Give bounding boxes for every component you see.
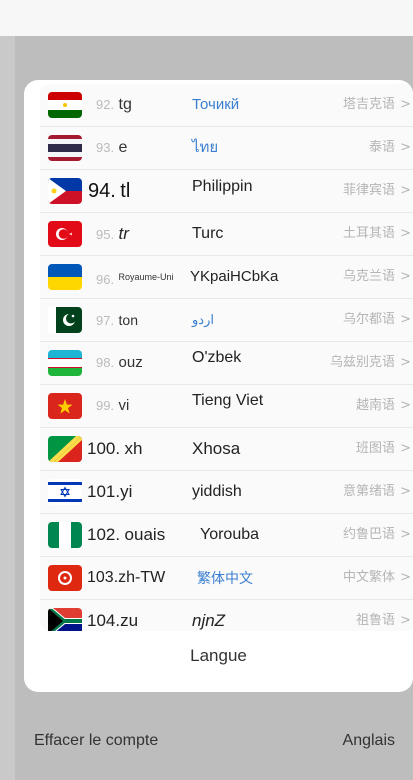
uzbekistan-flag-icon <box>48 350 82 376</box>
language-code: 97. ton <box>96 312 138 328</box>
language-row-tg[interactable]: 92. tg Точикй 塔吉克语 > <box>40 84 413 127</box>
israel-flag-icon <box>48 479 82 505</box>
language-native-name: O'zbek <box>192 349 242 366</box>
chevron-right-icon: > <box>400 613 411 628</box>
language-native-name: Точикй <box>192 96 240 113</box>
language-native-name: Tieng Viet <box>192 392 264 409</box>
language-chinese-name: 泰语 <box>368 140 395 155</box>
language-native-name: njnZ <box>192 611 226 630</box>
sheet-title: Langue <box>190 646 247 665</box>
chevron-right-icon: > <box>400 441 411 456</box>
language-code: 93. e <box>96 139 128 156</box>
chevron-right-icon: > <box>400 226 411 241</box>
language-native-name: اردو <box>192 312 214 327</box>
pakistan-flag-icon <box>48 307 82 333</box>
language-native-name: Yorouba <box>200 526 260 543</box>
chevron-right-icon: > <box>400 484 411 499</box>
language-chinese-name: 土耳其语 <box>342 226 395 241</box>
vietnam-flag-icon <box>48 393 82 419</box>
chevron-right-icon: > <box>400 97 411 112</box>
language-native-name: Philippin <box>192 178 253 195</box>
language-chinese-name: 约鲁巴语 <box>342 527 395 542</box>
language-code: 103.zh-TW <box>87 569 166 586</box>
turkey-flag-icon <box>48 221 82 247</box>
language-code: 102. ouais <box>87 525 166 544</box>
language-code: 96. Royaume-Uni <box>96 272 174 287</box>
south-africa-flag-icon <box>48 608 82 631</box>
delete-account-button[interactable]: Effacer le compte <box>34 732 158 750</box>
language-row-vi[interactable]: 99. vi Tieng Viet 越南语 > <box>40 385 413 428</box>
language-row-tl[interactable]: 94. tl Philippin 菲律宾语 > <box>40 170 413 213</box>
chevron-right-icon: > <box>400 183 411 198</box>
language-row-zu[interactable]: 104.zu njnZ 祖鲁语 > <box>40 600 413 631</box>
chevron-right-icon: > <box>400 570 411 585</box>
chevron-right-icon: > <box>400 398 411 413</box>
language-code: 98. ouz <box>96 354 143 371</box>
language-chinese-name: 乌尔都语 <box>342 312 395 327</box>
language-code: 99. vi <box>96 397 130 414</box>
language-list[interactable]: 92. tg Точикй 塔吉克语 > 93. e ไทย 泰语 > 94. … <box>40 84 413 631</box>
language-native-name: Xhosa <box>192 439 241 458</box>
language-chinese-name: 乌兹别克语 <box>329 355 395 370</box>
language-native-name: 繁体中文 <box>197 570 253 586</box>
language-native-name: Turc <box>192 225 224 242</box>
language-native-name: ไทย <box>192 139 219 156</box>
language-row-ur[interactable]: 97. ton اردو 乌尔都语 > <box>40 299 413 342</box>
language-row-uz[interactable]: 98. ouz O'zbek 乌兹别克语 > <box>40 342 413 385</box>
chevron-right-icon: > <box>400 140 411 155</box>
chevron-right-icon: > <box>400 269 411 284</box>
language-row-xh[interactable]: 100. xh Xhosa 班图语 > <box>40 428 413 471</box>
language-code: 94. tl <box>88 180 131 202</box>
language-row-yo[interactable]: 102. ouais Yorouba 约鲁巴语 > <box>40 514 413 557</box>
current-language-button[interactable]: Anglais <box>343 732 395 750</box>
language-row-zh-tw[interactable]: 103.zh-TW 繁体中文 中文繁体 > <box>40 557 413 600</box>
language-code: 101.yi <box>87 482 133 501</box>
language-code: 92. tg <box>96 96 132 113</box>
nigeria-flag-icon <box>48 522 82 548</box>
language-native-name: yiddish <box>192 483 242 500</box>
status-bar <box>0 0 413 36</box>
ukraine-flag-icon <box>48 264 82 290</box>
language-chinese-name: 班图语 <box>355 441 395 456</box>
tajikistan-flag-icon <box>48 92 82 118</box>
language-code: 95. tr <box>96 224 129 243</box>
hongkong-flag-icon <box>48 565 82 591</box>
chevron-right-icon: > <box>400 312 411 327</box>
language-row-yi[interactable]: 101.yi yiddish 意第绪语 > <box>40 471 413 514</box>
language-code: 104.zu <box>87 611 139 630</box>
language-chinese-name: 祖鲁语 <box>355 613 395 628</box>
language-row-tr[interactable]: 95. tr Turc 土耳其语 > <box>40 213 413 256</box>
chevron-right-icon: > <box>400 355 411 370</box>
language-chinese-name: 中文繁体 <box>342 570 395 585</box>
language-native-name: YKpaiHCbKa <box>190 268 279 285</box>
chevron-right-icon: > <box>400 527 411 542</box>
language-chinese-name: 菲律宾语 <box>342 183 395 198</box>
language-chinese-name: 塔吉克语 <box>342 97 395 112</box>
language-chinese-name: 意第绪语 <box>342 484 395 499</box>
language-code: 100. xh <box>87 439 143 458</box>
language-row-uk[interactable]: 96. Royaume-Uni YKpaiHCbKa 乌克兰语 > <box>40 256 413 299</box>
philippines-flag-icon <box>48 178 82 204</box>
language-sheet: 92. tg Точикй 塔吉克语 > 93. e ไทย 泰语 > 94. … <box>24 80 413 692</box>
screen-edge <box>0 36 15 780</box>
congo-flag-icon <box>48 436 82 462</box>
language-chinese-name: 乌克兰语 <box>342 269 395 284</box>
thailand-flag-icon <box>48 135 82 161</box>
language-chinese-name: 越南语 <box>355 398 395 413</box>
language-row-th[interactable]: 93. e ไทย 泰语 > <box>40 127 413 170</box>
